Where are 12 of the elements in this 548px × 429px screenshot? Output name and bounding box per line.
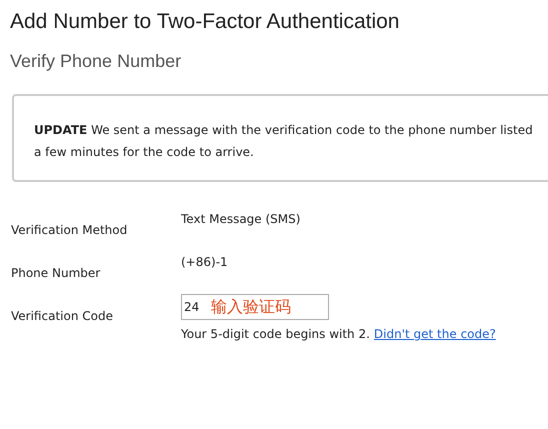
notice-text: UPDATE We sent a message with the verification code to the phone number listed [34, 122, 534, 139]
field-label: Verification Code [11, 308, 113, 325]
field-value: (+86)-1 [181, 254, 228, 271]
page-title: Add Number to Two-Factor Authentication [10, 9, 400, 35]
field-label: Verification Method [11, 222, 128, 239]
code-hint: Your 5-digit code begins with 2. [181, 326, 370, 343]
notice-text: a few minutes for the code to arrive. [34, 144, 255, 161]
annotation-text: 输入验证码 [211, 296, 291, 318]
field-label: Phone Number [11, 265, 100, 282]
field-value: Text Message (SMS) [181, 211, 300, 228]
resend-link[interactable]: Didn't get the code? [374, 325, 496, 343]
page-subtitle: Verify Phone Number [10, 50, 182, 73]
